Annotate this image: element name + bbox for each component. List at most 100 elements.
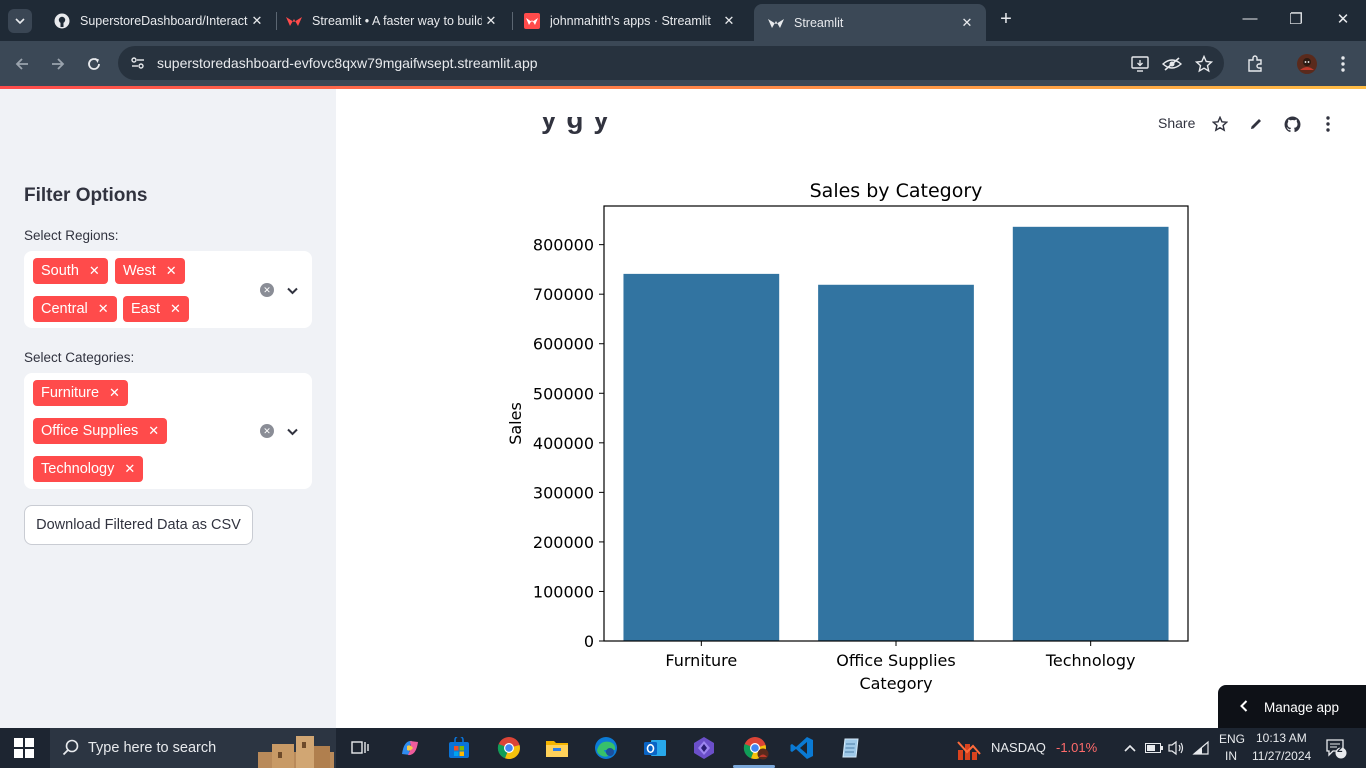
file-explorer-icon[interactable]: [545, 736, 569, 760]
region-chip[interactable]: West ✕: [115, 258, 185, 284]
remove-icon[interactable]: ✕: [166, 263, 177, 279]
tab-title: Streamlit • A faster way to build: [312, 14, 482, 28]
tab-search-button[interactable]: [8, 8, 32, 33]
github-icon[interactable]: [1283, 115, 1301, 133]
y-tick-label: 200000: [533, 533, 594, 552]
close-icon[interactable]: ✕: [248, 13, 266, 29]
language-bottom[interactable]: IN: [1225, 749, 1237, 763]
categories-label: Select Categories:: [24, 350, 135, 365]
edge-icon[interactable]: [594, 736, 618, 760]
clock-time[interactable]: 10:13 AM: [1256, 731, 1307, 745]
back-arrow-icon[interactable]: [11, 53, 33, 75]
search-highlight-image: [258, 736, 334, 768]
regions-multiselect[interactable]: South ✕ West ✕ Central ✕ East ✕ ✕: [24, 251, 312, 328]
tab-streamlit-home[interactable]: Streamlit • A faster way to build ✕: [272, 6, 510, 36]
categories-multiselect[interactable]: Furniture ✕ Office Supplies ✕ Technology ✕ …: [24, 373, 312, 489]
chart-title: Sales by Category: [810, 180, 983, 202]
microsoft-store-icon[interactable]: [447, 736, 471, 760]
y-tick-label: 400000: [533, 434, 594, 453]
vscode-icon[interactable]: [790, 736, 814, 760]
clock-date[interactable]: 11/27/2024: [1252, 749, 1311, 763]
x-tick-label: Office Supplies: [836, 651, 955, 670]
download-csv-button[interactable]: Download Filtered Data as CSV: [24, 505, 253, 545]
chevron-down-icon[interactable]: [287, 423, 298, 441]
streamlit-icon: [286, 13, 302, 29]
share-button[interactable]: Share: [1158, 115, 1195, 131]
power-automate-icon[interactable]: [692, 736, 716, 760]
clear-all-icon[interactable]: ✕: [260, 283, 274, 297]
chevron-up-icon[interactable]: [1118, 736, 1142, 760]
tab-github[interactable]: SuperstoreDashboard/Interactive ✕: [40, 6, 276, 36]
star-icon[interactable]: [1211, 115, 1229, 133]
notification-center-icon[interactable]: 2: [1324, 737, 1348, 761]
extensions-puzzle-icon[interactable]: [1244, 53, 1266, 75]
main-menu-icon[interactable]: [1319, 115, 1337, 133]
new-tab-plus-icon[interactable]: +: [996, 9, 1016, 30]
edit-pencil-icon[interactable]: [1247, 115, 1265, 133]
ticker-change[interactable]: -1.01%: [1056, 740, 1097, 755]
restore-icon[interactable]: ❐: [1286, 10, 1306, 28]
y-tick-label: 0: [584, 632, 594, 651]
category-chip[interactable]: Furniture ✕: [33, 380, 128, 406]
outlook-icon[interactable]: [643, 736, 667, 760]
tab-streamlit-active[interactable]: Streamlit ✕: [754, 4, 986, 41]
window-close-icon[interactable]: ✕: [1333, 10, 1353, 28]
copilot-icon[interactable]: [398, 736, 422, 760]
profile-avatar-icon[interactable]: [1296, 53, 1318, 75]
chip-label: East: [131, 301, 161, 317]
sales-by-category-chart: Sales by Category 0 100000 200000 300000 4000…: [506, 180, 1189, 693]
region-chip[interactable]: East ✕: [123, 296, 189, 322]
minimize-icon[interactable]: —: [1240, 10, 1260, 27]
remove-icon[interactable]: ✕: [124, 461, 135, 477]
remove-icon[interactable]: ✕: [98, 301, 109, 317]
heading-fragment: y g y: [541, 117, 610, 134]
site-settings-icon[interactable]: [130, 55, 146, 76]
section-heading-clipped: y g y: [541, 117, 721, 151]
browser-menu-icon[interactable]: [1332, 53, 1354, 75]
tab-title: SuperstoreDashboard/Interactive: [80, 14, 248, 28]
notepad-icon[interactable]: [839, 736, 863, 760]
bar-furniture: [623, 273, 780, 641]
bookmark-star-icon[interactable]: [1193, 53, 1215, 75]
url-text: superstoredashboard-evfovc8qxw79mgaifwse…: [157, 55, 538, 71]
install-app-icon[interactable]: [1129, 53, 1151, 75]
clear-all-icon[interactable]: ✕: [260, 424, 274, 438]
chevron-down-icon[interactable]: [287, 282, 298, 300]
address-bar[interactable]: superstoredashboard-evfovc8qxw79mgaifwse…: [118, 46, 1224, 80]
chrome-profile-icon[interactable]: [741, 736, 771, 760]
x-tick-label: Technology: [1045, 651, 1136, 670]
category-chip[interactable]: Technology ✕: [33, 456, 144, 482]
taskbar-search-box[interactable]: Type here to search: [50, 728, 336, 768]
sidebar-title: Filter Options: [24, 185, 148, 206]
forward-arrow-icon[interactable]: [47, 53, 69, 75]
remove-icon[interactable]: ✕: [109, 385, 120, 401]
chrome-icon[interactable]: [497, 736, 521, 760]
x-axis-label: Category: [859, 674, 932, 693]
close-icon[interactable]: ✕: [482, 13, 500, 29]
remove-icon[interactable]: ✕: [148, 423, 159, 439]
stock-chart-icon[interactable]: [957, 738, 981, 762]
task-view-icon[interactable]: [349, 736, 373, 760]
region-chip[interactable]: Central ✕: [33, 296, 117, 322]
wifi-icon[interactable]: [1189, 736, 1213, 760]
language-top[interactable]: ENG: [1219, 732, 1245, 746]
remove-icon[interactable]: ✕: [170, 301, 181, 317]
bar-office-supplies: [818, 284, 974, 641]
manage-app-button[interactable]: Manage app: [1218, 685, 1366, 728]
close-icon[interactable]: ✕: [720, 13, 738, 29]
volume-icon[interactable]: [1165, 736, 1189, 760]
remove-icon[interactable]: ✕: [89, 263, 100, 279]
chip-label: South: [41, 263, 79, 279]
close-icon[interactable]: ✕: [958, 15, 976, 31]
y-tick-label: 300000: [533, 483, 594, 502]
tracking-protection-icon[interactable]: [1161, 53, 1183, 75]
battery-icon[interactable]: [1142, 736, 1166, 760]
tab-title: Streamlit: [794, 15, 844, 30]
region-chip[interactable]: South ✕: [33, 258, 108, 284]
tab-streamlit-apps[interactable]: johnmahith's apps · Streamlit ✕: [510, 6, 748, 36]
category-chip[interactable]: Office Supplies ✕: [33, 418, 168, 444]
reload-icon[interactable]: [83, 53, 105, 75]
windows-start-icon[interactable]: [14, 738, 34, 758]
streamlit-icon: [768, 15, 784, 31]
ticker-name[interactable]: NASDAQ: [991, 740, 1046, 755]
